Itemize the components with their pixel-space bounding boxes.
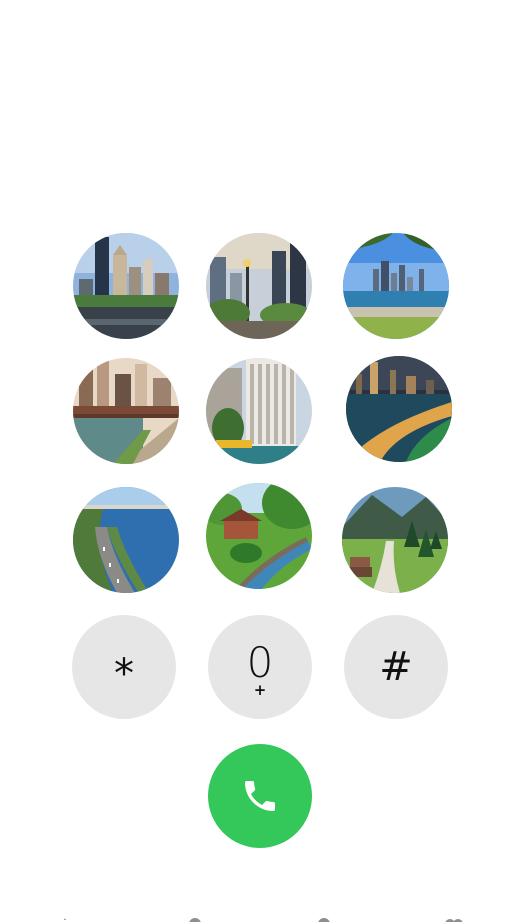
call-button[interactable] bbox=[208, 744, 312, 848]
favorites-icon[interactable] bbox=[55, 910, 75, 922]
mountain-meadow-image bbox=[342, 487, 448, 593]
tab-bar bbox=[0, 910, 519, 922]
lakefront-skyline-image bbox=[343, 233, 449, 339]
garden-canal-image bbox=[206, 483, 312, 589]
star-key[interactable]: * bbox=[72, 615, 176, 719]
night-lakeside-path-image bbox=[346, 356, 452, 462]
star-label: * bbox=[114, 651, 134, 697]
river-bridge-image bbox=[73, 358, 179, 464]
zero-key[interactable]: 0 + bbox=[208, 615, 312, 719]
keypad-2-photo-button[interactable] bbox=[206, 233, 312, 339]
contacts-icon[interactable] bbox=[314, 910, 334, 922]
keypad-3-photo-button[interactable] bbox=[343, 233, 449, 339]
zero-label: 0 bbox=[246, 638, 274, 687]
keypad-7-photo-button[interactable] bbox=[73, 487, 179, 593]
coastal-highway-image bbox=[73, 487, 179, 593]
keypad-6-photo-button[interactable] bbox=[346, 356, 452, 462]
phone-dialer-screen: * 0 + # bbox=[0, 0, 519, 922]
keypad-4-photo-button[interactable] bbox=[73, 358, 179, 464]
city-park-skyline-image bbox=[206, 233, 312, 339]
downtown-skyscrapers-image bbox=[73, 233, 179, 339]
phone-icon bbox=[245, 781, 275, 811]
keypad-8-photo-button[interactable] bbox=[206, 483, 312, 589]
keypad-9-photo-button[interactable] bbox=[342, 487, 448, 593]
voicemail-icon[interactable] bbox=[444, 910, 464, 922]
plus-label: + bbox=[253, 681, 267, 699]
white-tower-image bbox=[206, 358, 312, 464]
hash-label: # bbox=[379, 644, 413, 690]
recents-icon[interactable] bbox=[185, 910, 205, 922]
zero-label-group: 0 + bbox=[246, 638, 274, 699]
keypad-5-photo-button[interactable] bbox=[206, 358, 312, 464]
keypad-1-photo-button[interactable] bbox=[73, 233, 179, 339]
hash-key[interactable]: # bbox=[344, 615, 448, 719]
